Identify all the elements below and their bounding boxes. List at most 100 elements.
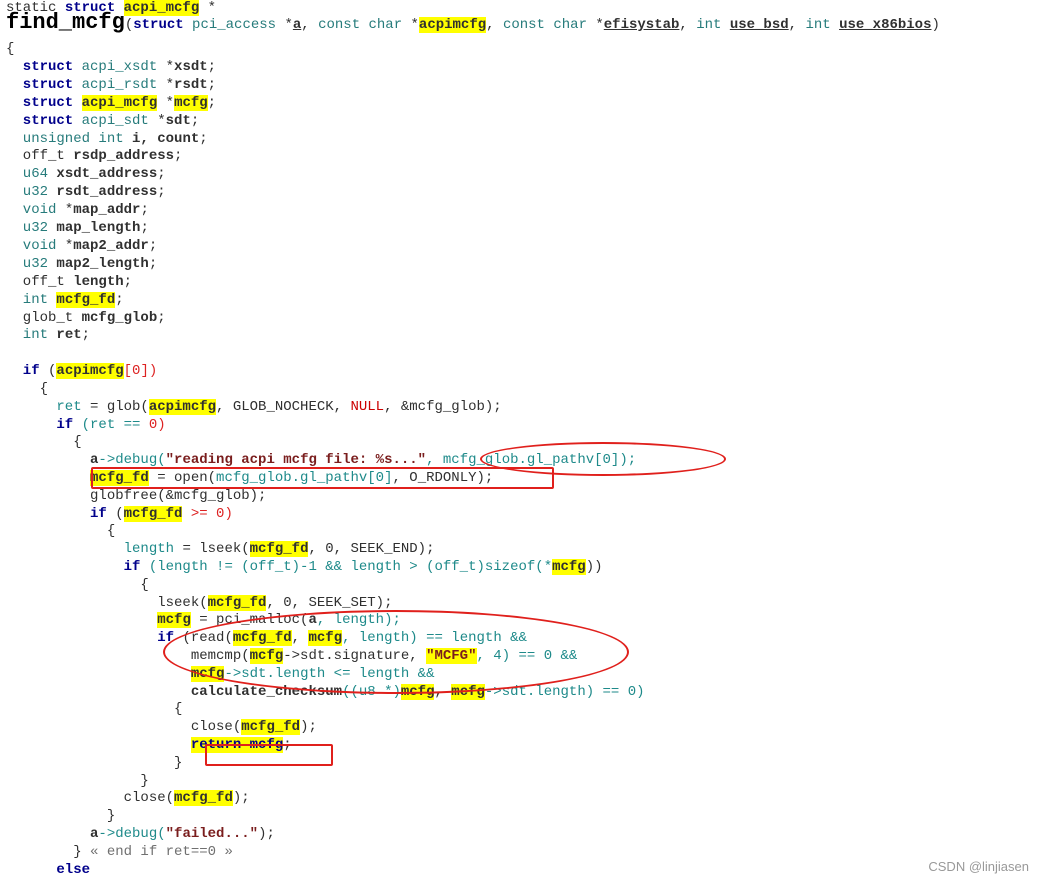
code-token: return mcfg	[190, 737, 284, 753]
code-token: lseek(	[6, 594, 208, 611]
code-line: glob_t mcfg_glob;	[6, 309, 166, 327]
code-token: int	[805, 17, 840, 33]
code-line: if (length != (off_t)-1 && length > (off…	[6, 558, 603, 576]
code-line: length = lseek(mcfg_fd, 0, SEEK_END);	[6, 540, 435, 558]
code-token: i, count	[132, 130, 200, 147]
code-line: mcfg = pci_malloc(a, length);	[6, 611, 401, 629]
code-token: ;	[207, 76, 217, 93]
code-token: xsdt_address	[56, 166, 158, 183]
code-token: mcfg	[157, 612, 191, 629]
code-line: globfree(&mcfg_glob);	[6, 487, 266, 505]
code-token: NULL	[350, 398, 385, 415]
code-line: struct acpi_sdt *sdt;	[6, 112, 199, 130]
code-token: ;	[81, 327, 91, 344]
code-line: else	[6, 861, 90, 879]
code-line: }	[6, 807, 115, 825]
code-token: mcfg	[308, 630, 343, 647]
code-token: *	[595, 17, 604, 33]
code-token: int	[6, 291, 57, 308]
code-token: mcfg	[249, 648, 284, 664]
code-token: acpimcfg	[56, 363, 124, 380]
code-token: *	[64, 237, 74, 254]
code-token: mcfg	[451, 683, 485, 700]
code-token: rsdp_address	[73, 148, 175, 165]
code-token: {	[6, 701, 183, 718]
code-token: close(	[6, 790, 175, 807]
code-token: ;	[123, 273, 133, 290]
code-token: );	[300, 719, 317, 736]
code-token: mcfg_fd	[207, 594, 267, 611]
code-token: ->debug(	[98, 452, 166, 469]
code-token: calculate_checksum	[6, 683, 343, 700]
code-token: pci_access	[192, 17, 285, 33]
code-token: xsdt	[174, 58, 208, 75]
code-token: unsigned int	[6, 130, 133, 147]
code-line: {	[6, 380, 48, 398]
code-token: ,	[486, 17, 503, 33]
code-token: ))	[585, 559, 603, 575]
code-token: ;	[140, 220, 149, 236]
code-token: ->sdt.length <= length &&	[224, 665, 435, 682]
code-token: }	[6, 843, 91, 860]
code-line: {	[6, 40, 14, 58]
code-token: a	[6, 452, 99, 469]
code-token: mcfg_fd	[123, 505, 183, 522]
code-token: else	[6, 861, 91, 878]
code-token: = pci_malloc(	[190, 612, 309, 629]
code-token: ->sdt.signature,	[283, 648, 427, 664]
code-token: int	[696, 17, 730, 33]
code-token: mcfg_fd	[241, 719, 301, 736]
code-line: struct acpi_xsdt *xsdt;	[6, 58, 216, 76]
code-token: ->debug(	[98, 826, 166, 842]
code-line: if (ret == 0)	[6, 416, 165, 434]
code-token: ;	[190, 112, 200, 129]
code-token: if	[6, 505, 116, 522]
code-token: u32	[6, 255, 57, 272]
code-token: map2_length	[56, 255, 149, 272]
code-token: void	[6, 237, 65, 254]
code-token: acpi_sdt	[81, 112, 158, 129]
code-token: struct	[6, 58, 82, 75]
code-token: , 0, SEEK_SET);	[266, 594, 393, 611]
code-token: , 4) == 0 &&	[476, 648, 578, 664]
code-token: struct	[6, 94, 82, 111]
code-token: , 0, SEEK_END);	[308, 541, 435, 558]
code-token: map_addr	[73, 202, 141, 219]
code-token: mcfg	[400, 683, 435, 700]
code-token: struct	[6, 112, 82, 129]
code-token: mcfg_fd	[232, 630, 292, 647]
code-token: ;	[157, 184, 166, 201]
code-token: u32	[6, 220, 57, 236]
code-token: struct	[133, 17, 193, 33]
code-token: "failed..."	[165, 826, 259, 842]
code-token: memcmp(	[6, 648, 250, 664]
code-line: close(mcfg_fd);	[6, 718, 317, 736]
code-token: , O_RDONLY);	[392, 470, 494, 486]
code-token: mcfg_fd	[249, 541, 309, 558]
code-viewer: static struct acpi_mcfg * find_mcfg(struc…	[0, 0, 1043, 884]
code-line: if (mcfg_fd >= 0)	[6, 505, 233, 523]
code-line: int ret;	[6, 326, 90, 344]
code-token: = lseek(	[182, 541, 250, 558]
code-line: lseek(mcfg_fd, 0, SEEK_SET);	[6, 594, 392, 612]
code-line: if (read(mcfg_fd, mcfg, length) == lengt…	[6, 629, 527, 647]
code-token: off_t	[6, 273, 74, 290]
code-token: sdt	[165, 112, 191, 129]
code-token: }	[6, 772, 149, 789]
code-token: (read(	[182, 630, 233, 647]
code-token: struct	[6, 76, 82, 93]
code-token: acpimcfg	[148, 398, 217, 415]
code-line: void *map_addr;	[6, 201, 149, 219]
code-token: length	[6, 541, 183, 558]
code-token: close(	[6, 719, 242, 736]
code-line: struct acpi_mcfg *mcfg;	[6, 94, 216, 112]
code-line: if (acpimcfg[0])	[6, 362, 157, 380]
code-token: efisystab	[603, 17, 680, 33]
code-line: u32 map2_length;	[6, 255, 157, 273]
code-token: if	[6, 559, 149, 575]
code-line: a->debug("reading acpi mcfg file: %s..."…	[6, 451, 636, 469]
